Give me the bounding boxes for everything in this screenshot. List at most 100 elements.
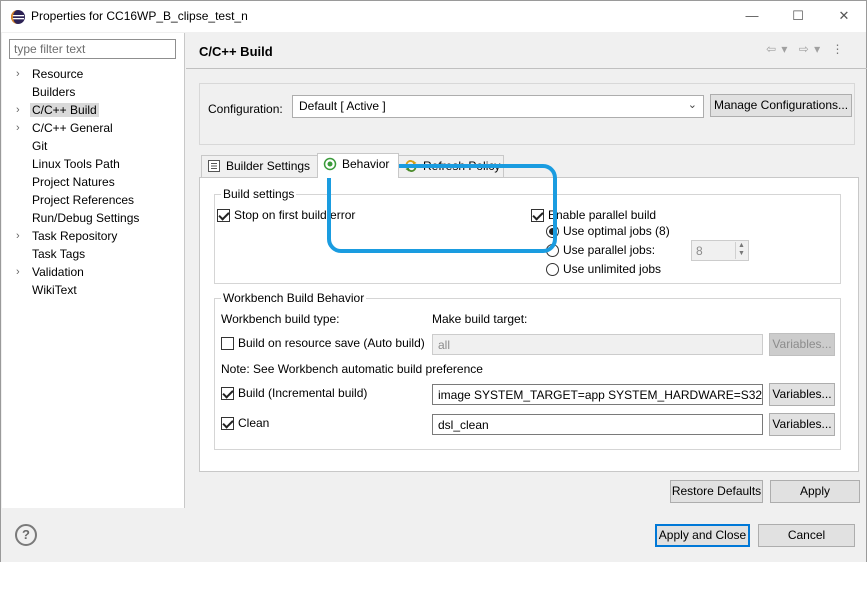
clean-variables-button[interactable]: Variables... [769, 413, 835, 436]
apply-button[interactable]: Apply [770, 480, 860, 503]
tree-item-label: WikiText [32, 283, 77, 297]
spinner-arrows-icon[interactable]: ▲ ▼ [735, 242, 747, 259]
configuration-section: Configuration: Default [ Active ] ⌄ Mana… [199, 83, 855, 145]
tree-item-label: C/C++ General [32, 121, 113, 135]
workbench-build-type-label: Workbench build type: [221, 312, 340, 326]
incremental-build-checkbox[interactable] [221, 387, 234, 400]
optimal-jobs-radio[interactable] [546, 225, 559, 238]
tree-item[interactable]: Linux Tools Path [2, 155, 184, 173]
restore-defaults-button[interactable]: Restore Defaults [670, 480, 763, 503]
parallel-jobs-radio[interactable] [546, 244, 559, 257]
unlimited-jobs-label: Use unlimited jobs [563, 262, 662, 276]
clean-label: Clean [238, 416, 270, 430]
workbench-build-group: Workbench Build Behavior Workbench build… [214, 291, 841, 450]
header-divider [186, 68, 867, 69]
chevron-right-icon[interactable]: › [16, 227, 20, 245]
parallel-jobs-value: 8 [696, 244, 703, 258]
stop-on-error-checkbox[interactable] [217, 209, 230, 222]
cancel-button[interactable]: Cancel [758, 524, 855, 547]
tree-item-label: Builders [32, 85, 76, 99]
chevron-right-icon[interactable]: › [16, 65, 20, 83]
tab-behavior[interactable]: Behavior [317, 153, 399, 178]
tree-item-label: Resource [32, 67, 84, 81]
parallel-build-label: Enable parallel build [548, 208, 657, 222]
tree-item[interactable]: › C/C++ General [2, 119, 184, 137]
tree-item-label: Validation [32, 265, 84, 279]
minimize-button[interactable]: — [729, 1, 775, 32]
tree-item[interactable]: WikiText [2, 281, 184, 299]
page-title: C/C++ Build [199, 44, 273, 59]
tab-label: Behavior [342, 157, 390, 171]
clean-target-field[interactable]: dsl_clean [432, 414, 763, 435]
property-tree: › Resource Builders › C/C++ Build › C/C++ Gene… [2, 65, 184, 299]
tree-item[interactable]: Project Natures [2, 173, 184, 191]
build-settings-title: Build settings [221, 187, 297, 201]
configuration-select[interactable]: Default [ Active ] ⌄ [292, 95, 704, 118]
tree-item[interactable]: › Resource [2, 65, 184, 83]
chevron-right-icon[interactable]: › [16, 119, 20, 137]
tree-item-label: Linux Tools Path [32, 157, 120, 171]
tree-item-label: Project Natures [32, 175, 115, 189]
behavior-panel: Build settings Stop on first build error… [199, 177, 859, 472]
help-icon[interactable]: ? [15, 524, 37, 546]
tree-item[interactable]: Project References [2, 191, 184, 209]
auto-build-label: Build on resource save (Auto build) [238, 336, 425, 350]
tree-item[interactable]: Run/Debug Settings [2, 209, 184, 227]
parallel-jobs-label: Use parallel jobs: [563, 243, 656, 257]
chevron-right-icon[interactable]: › [16, 101, 20, 119]
clean-checkbox[interactable] [221, 417, 234, 430]
tree-item[interactable]: Builders [2, 83, 184, 101]
behavior-icon [323, 157, 337, 171]
build-settings-group: Build settings Stop on first build error… [214, 187, 841, 284]
chevron-right-icon[interactable]: › [16, 263, 20, 281]
stop-on-error-label: Stop on first build error [234, 208, 356, 222]
title-bar: Properties for CC16WP_B_clipse_test_n — … [1, 1, 866, 32]
builder-settings-icon [208, 160, 220, 172]
tree-item-label: Project References [32, 193, 135, 207]
tree-item-label: Git [32, 139, 48, 153]
incremental-build-target-field[interactable]: image SYSTEM_TARGET=app SYSTEM_HARDWARE=… [432, 384, 763, 405]
auto-build-checkbox[interactable] [221, 337, 234, 350]
back-icon[interactable]: ⇦ ▾ [766, 42, 788, 56]
auto-build-variables-button[interactable]: Variables... [769, 333, 835, 356]
tree-item[interactable]: › Validation [2, 263, 184, 281]
filter-input[interactable] [9, 39, 176, 59]
incremental-variables-button[interactable]: Variables... [769, 383, 835, 406]
chevron-down-icon: ⌄ [687, 99, 697, 111]
unlimited-jobs-radio[interactable] [546, 263, 559, 276]
navigation-pane: › Resource Builders › C/C++ Build › C/C++ Gene… [2, 33, 185, 508]
make-build-target-label: Make build target: [432, 312, 528, 326]
maximize-button[interactable]: ☐ [775, 1, 821, 32]
configuration-value: Default [ Active ] [299, 99, 386, 113]
eclipse-icon [11, 10, 25, 24]
parallel-jobs-spinner[interactable]: 8 ▲ ▼ [691, 240, 749, 261]
tree-item-label: C/C++ Build [30, 103, 99, 117]
refresh-icon [405, 160, 417, 172]
tree-item-label: Task Repository [32, 229, 118, 243]
tab-refresh-policy[interactable]: Refresh Policy [398, 155, 504, 177]
dialog-button-bar: ? Apply and Close Cancel [1, 508, 866, 562]
apply-and-close-button[interactable]: Apply and Close [655, 524, 750, 547]
configuration-label: Configuration: [208, 102, 283, 116]
tab-label: Refresh Policy [423, 159, 501, 173]
tree-item-label: Run/Debug Settings [32, 211, 140, 225]
workbench-note: Note: See Workbench automatic build pref… [221, 362, 483, 376]
tab-label: Builder Settings [226, 159, 311, 173]
tab-builder-settings[interactable]: Builder Settings [201, 155, 318, 177]
properties-dialog: Properties for CC16WP_B_clipse_test_n — … [0, 0, 867, 562]
tree-item[interactable]: Git [2, 137, 184, 155]
forward-icon[interactable]: ⇨ ▾ [799, 42, 821, 56]
window-title: Properties for CC16WP_B_clipse_test_n [31, 9, 248, 23]
parallel-build-checkbox[interactable] [531, 209, 544, 222]
view-menu-icon[interactable]: ⋮ [832, 42, 845, 56]
auto-build-target-field[interactable]: all [432, 334, 763, 355]
tree-item[interactable]: › C/C++ Build [2, 101, 184, 119]
tree-item[interactable]: Task Tags [2, 245, 184, 263]
page-navigation: ⇦ ▾ ⇨ ▾ ⋮ [766, 42, 845, 56]
workbench-build-title: Workbench Build Behavior [221, 291, 367, 305]
manage-configurations-button[interactable]: Manage Configurations... [710, 94, 852, 117]
tree-item[interactable]: › Task Repository [2, 227, 184, 245]
optimal-jobs-label: Use optimal jobs (8) [563, 224, 670, 238]
close-button[interactable]: ✕ [821, 1, 867, 32]
content-pane: C/C++ Build ⇦ ▾ ⇨ ▾ ⋮ Configuration: Def… [186, 33, 867, 508]
